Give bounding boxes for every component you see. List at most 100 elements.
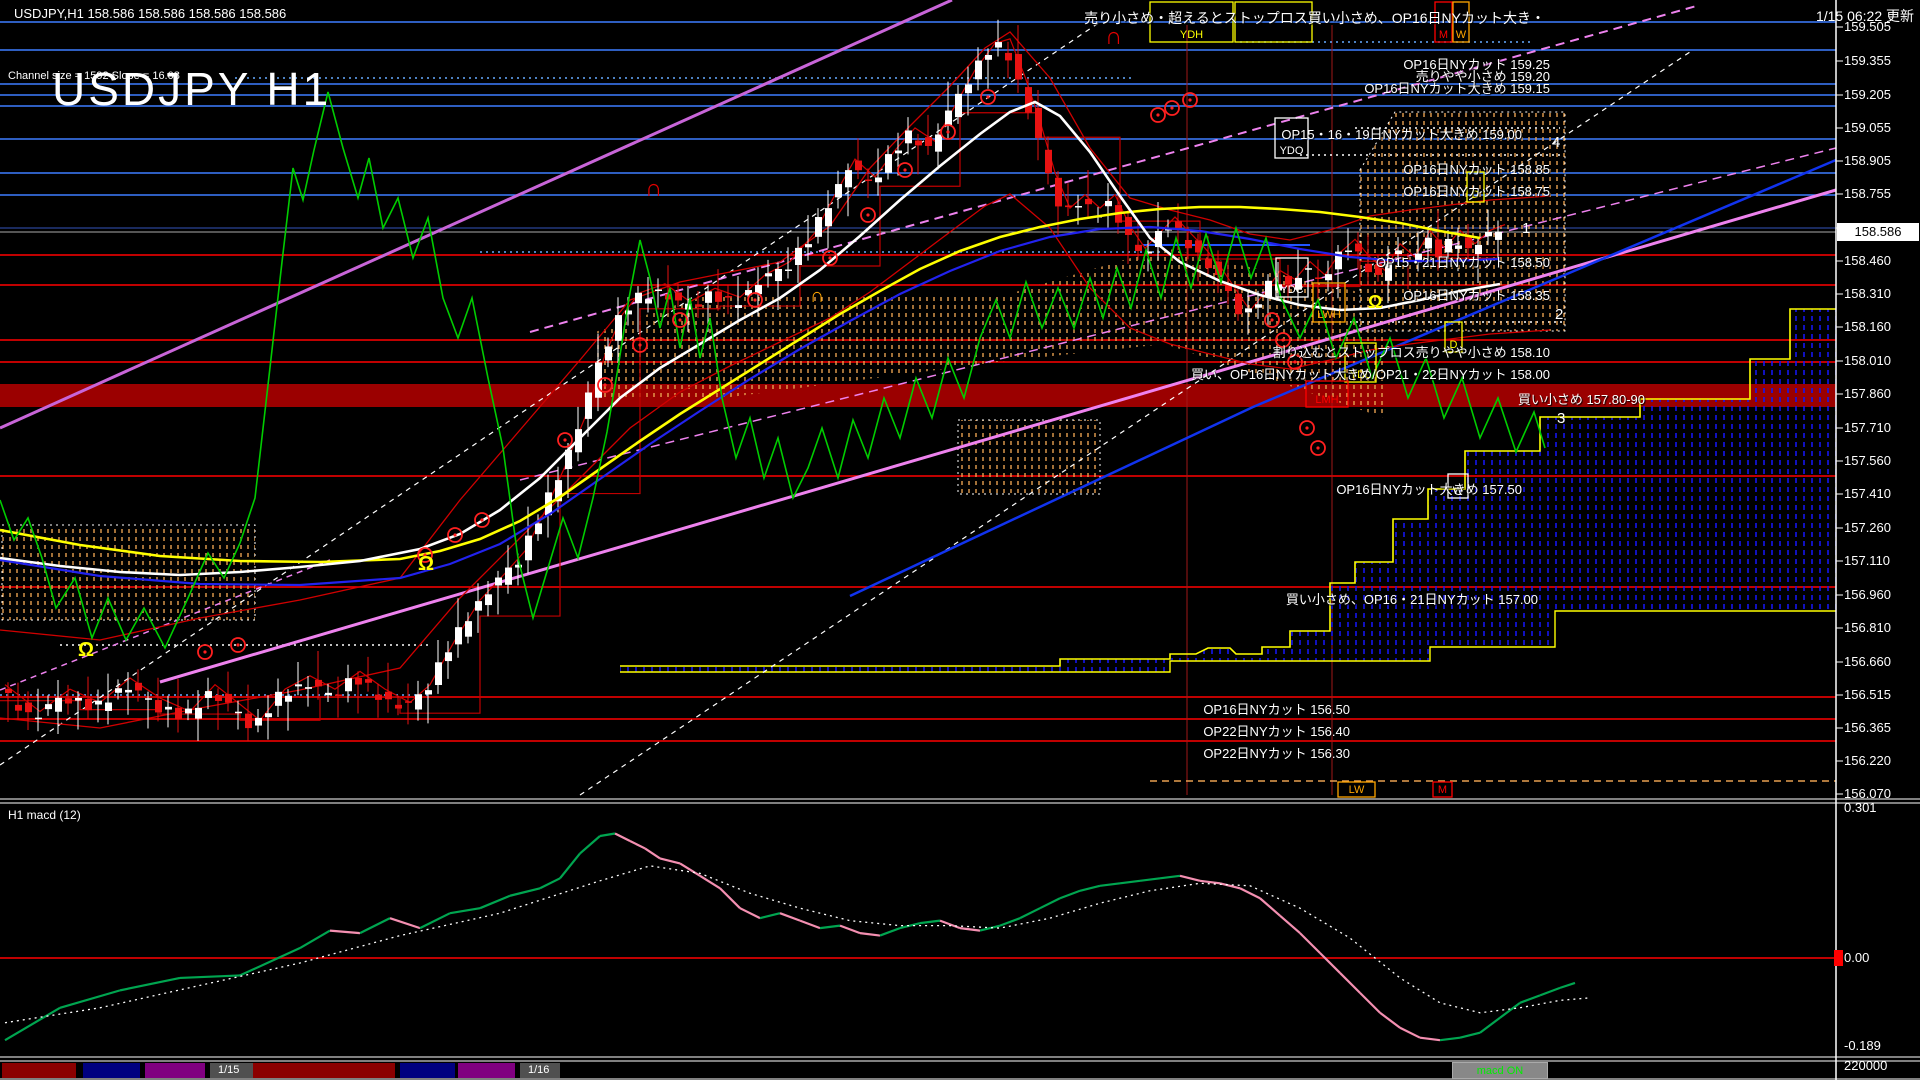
op-annotation: OP16日NYカット 158.35 xyxy=(1403,285,1550,304)
macd-line xyxy=(5,1008,60,1040)
macd-line xyxy=(1240,888,1260,898)
price-axis-label: 0.301 xyxy=(1844,800,1877,815)
price-axis-label: 157.410 xyxy=(1844,486,1891,501)
price-axis-label: 157.260 xyxy=(1844,520,1891,535)
entry-marker-dot xyxy=(986,95,989,98)
op-annotation: OP15・16・19日NYカット大きめ 159.00 xyxy=(1281,124,1522,143)
reversal-symbol: ∩ xyxy=(645,175,662,202)
macd-line xyxy=(760,913,780,918)
op-annotation: 買い小さめ 157.80-90 xyxy=(1518,389,1645,408)
wave-count-label: 2 xyxy=(1555,306,1563,323)
session-date-label: 1/15 xyxy=(218,1064,239,1076)
price-axis-label: 156.960 xyxy=(1844,587,1891,602)
price-axis-label: 157.860 xyxy=(1844,386,1891,401)
macd-line xyxy=(980,926,1000,931)
macd-line xyxy=(660,858,680,863)
entry-marker-dot xyxy=(203,650,206,653)
macd-line xyxy=(1060,891,1080,898)
entry-marker-dot xyxy=(903,168,906,171)
session-segment xyxy=(2,1063,76,1078)
macd-line xyxy=(600,834,615,836)
macd-line xyxy=(1140,878,1160,880)
macd-line xyxy=(1420,1038,1440,1040)
macd-line xyxy=(120,978,180,990)
macd-line xyxy=(540,878,560,888)
entry-marker-dot xyxy=(1170,106,1173,109)
reversal-symbol: Ω xyxy=(78,639,94,661)
wave-count-label: 4 xyxy=(1552,134,1560,151)
macd-line xyxy=(1080,886,1100,891)
op-annotation: OP16日NYカット大きめ 157.50 xyxy=(1336,479,1522,498)
macd-line xyxy=(560,853,580,878)
macd-line xyxy=(1120,881,1140,883)
macd-line xyxy=(1260,898,1280,915)
symbol-ohlc-title: USDJPY,H1 158.586 158.586 158.586 158.58… xyxy=(14,6,286,21)
macd-line xyxy=(615,834,630,841)
session-segment xyxy=(145,1063,205,1078)
chart-canvas[interactable]: ∩∩ΩΩ∩ΩYDHMWYDOYDCLWHYDLDDLMHWLWM xyxy=(0,0,1920,1080)
price-axis-label: 158.310 xyxy=(1844,286,1891,301)
macd-line xyxy=(450,908,480,913)
macd-zero-tick xyxy=(1834,950,1843,966)
op-annotation: OP15・21日NYカット 158.50 xyxy=(1376,252,1550,271)
macd-line xyxy=(1560,983,1575,988)
price-axis-label: 158.460 xyxy=(1844,253,1891,268)
ichimoku-cloud xyxy=(1005,248,1165,361)
price-axis-label: 156.660 xyxy=(1844,654,1891,669)
price-axis-label: 158.755 xyxy=(1844,186,1891,201)
entry-marker-dot xyxy=(1316,446,1319,449)
marker-box-label: LWH xyxy=(1317,309,1341,321)
macd-line xyxy=(390,918,420,928)
marker-box-label: YDH xyxy=(1180,29,1203,41)
price-axis-label: 158.160 xyxy=(1844,319,1891,334)
macd-line xyxy=(1000,918,1020,925)
macd-line xyxy=(1100,883,1120,885)
macd-line xyxy=(1180,876,1200,881)
macd-line xyxy=(330,931,360,933)
macd-line xyxy=(880,928,900,935)
macd-line xyxy=(630,841,645,848)
op-annotation: 割り込むとストップロス売りやや小さめ 158.10 xyxy=(1273,342,1550,361)
session-date-label: 1/16 xyxy=(528,1064,549,1076)
macd-line xyxy=(1340,973,1360,993)
macd-line xyxy=(1380,1013,1400,1028)
price-axis-label: 159.205 xyxy=(1844,87,1891,102)
entry-marker-dot xyxy=(1305,426,1308,429)
reversal-symbol: ∩ xyxy=(810,285,824,307)
reversal-symbol: Ω xyxy=(1368,292,1382,312)
entry-marker-dot xyxy=(1188,98,1191,101)
macd-line xyxy=(800,921,820,928)
price-axis-label: 157.560 xyxy=(1844,453,1891,468)
top-trade-note: 売り小さめ・超えるとストップロス買い小さめ、OP16日NYカット大き・ xyxy=(1084,8,1545,28)
entry-marker-dot xyxy=(638,343,641,346)
price-axis-label: 159.355 xyxy=(1844,53,1891,68)
macd-line xyxy=(1280,916,1300,933)
op-annotation: 買い、OP16日NYカット大きめ/OP21・22日NYカット 158.00 xyxy=(1191,364,1550,383)
macd-line xyxy=(240,948,300,975)
entry-marker-dot xyxy=(453,533,456,536)
macd-line xyxy=(780,913,800,920)
macd-line xyxy=(1020,908,1040,918)
session-segment xyxy=(253,1063,395,1078)
macd-line xyxy=(840,926,860,933)
op-annotation: OP16日NYカット大きめ 159.15 xyxy=(1364,78,1550,97)
entry-marker-dot xyxy=(1270,318,1273,321)
cloud-bottom-boundary xyxy=(620,611,1836,672)
price-axis-label: 156.220 xyxy=(1844,753,1891,768)
macd-line xyxy=(510,888,540,895)
macd-line xyxy=(1220,883,1240,888)
macd-toggle-button[interactable]: macd ON xyxy=(1452,1062,1548,1079)
op-annotation: OP22日NYカット 156.30 xyxy=(1203,743,1350,762)
price-axis-label: 159.055 xyxy=(1844,120,1891,135)
price-axis-label: 157.710 xyxy=(1844,420,1891,435)
ichimoku-cloud xyxy=(958,420,1100,494)
macd-line xyxy=(680,863,700,875)
price-axis-label: 157.110 xyxy=(1844,553,1890,568)
entry-marker-dot xyxy=(480,518,483,521)
macd-line xyxy=(1360,993,1380,1013)
marker-box-label: M xyxy=(1438,784,1447,796)
macd-signal-line xyxy=(5,866,1590,1023)
entry-marker-dot xyxy=(236,643,239,646)
session-segment xyxy=(400,1063,455,1078)
op-annotation: 買い小さめ、OP16・21日NYカット 157.00 xyxy=(1286,589,1538,608)
